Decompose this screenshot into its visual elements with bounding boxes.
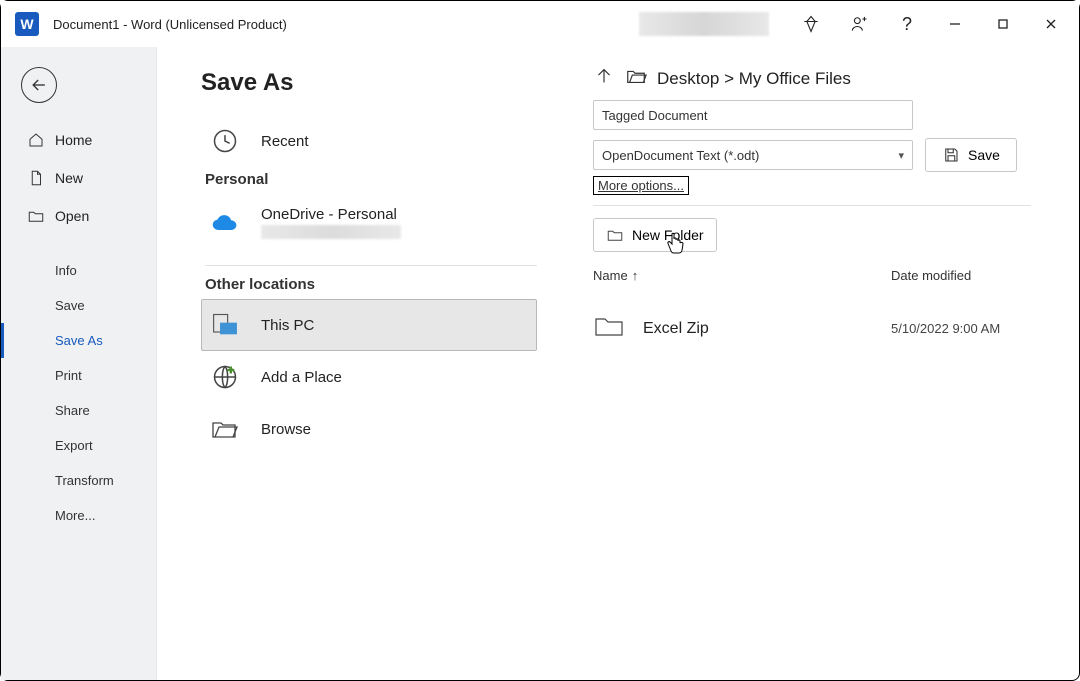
column-header-date[interactable]: Date modified — [891, 268, 1031, 283]
backstage-nav: Home New Open Info Save Save As Print Sh… — [1, 47, 157, 680]
nav-home-label: Home — [55, 132, 92, 148]
location-this-pc-label: This PC — [261, 317, 314, 334]
back-button[interactable] — [21, 67, 57, 103]
nav-save[interactable]: Save — [1, 288, 156, 323]
new-folder-label: New Folder — [632, 227, 704, 243]
location-add-place[interactable]: Add a Place — [201, 351, 537, 403]
add-place-icon — [211, 363, 239, 391]
chevron-down-icon: ▾ — [898, 149, 904, 162]
window-title: Document1 - Word (Unlicensed Product) — [53, 17, 287, 32]
page-title: Save As — [201, 69, 537, 97]
nav-new-label: New — [55, 170, 83, 186]
more-options-link[interactable]: More options... — [593, 176, 689, 195]
filetype-value: OpenDocument Text (*.odt) — [602, 148, 759, 163]
onedrive-account — [261, 225, 401, 239]
save-button-label: Save — [968, 147, 1000, 163]
file-date: 5/10/2022 9:00 AM — [891, 321, 1031, 336]
browse-icon — [211, 415, 239, 443]
help-icon[interactable]: ? — [883, 1, 931, 47]
location-browse[interactable]: Browse — [201, 403, 537, 455]
nav-share[interactable]: Share — [1, 393, 156, 428]
share-person-icon[interactable] — [835, 1, 883, 47]
file-row[interactable]: Excel Zip 5/10/2022 9:00 AM — [593, 289, 1031, 368]
nav-home[interactable]: Home — [1, 121, 156, 159]
breadcrumb-folder-icon — [625, 65, 647, 92]
nav-info[interactable]: Info — [1, 253, 156, 288]
nav-transform[interactable]: Transform — [1, 463, 156, 498]
account-area[interactable] — [639, 12, 769, 36]
file-name: Excel Zip — [643, 320, 709, 338]
filename-input[interactable] — [593, 100, 913, 130]
sort-asc-icon: ↑ — [632, 268, 639, 283]
onedrive-icon — [211, 209, 239, 237]
breadcrumb-path[interactable]: Desktop > My Office Files — [657, 69, 851, 89]
personal-header: Personal — [205, 171, 537, 188]
folder-icon — [593, 313, 625, 344]
column-header-name[interactable]: Name ↑ — [593, 268, 891, 283]
nav-open[interactable]: Open — [1, 197, 156, 235]
location-this-pc[interactable]: This PC — [201, 299, 537, 351]
premium-icon[interactable] — [787, 1, 835, 47]
nav-new[interactable]: New — [1, 159, 156, 197]
minimize-button[interactable] — [931, 1, 979, 47]
restore-button[interactable] — [979, 1, 1027, 47]
nav-more[interactable]: More... — [1, 498, 156, 533]
location-browse-label: Browse — [261, 421, 311, 438]
new-folder-button[interactable]: New Folder — [593, 218, 717, 252]
filetype-select[interactable]: OpenDocument Text (*.odt) ▾ — [593, 140, 913, 170]
word-app-icon: W — [15, 12, 39, 36]
location-recent-label: Recent — [261, 133, 309, 150]
this-pc-icon — [211, 311, 239, 339]
save-button[interactable]: Save — [925, 138, 1017, 172]
nav-save-as[interactable]: Save As — [1, 323, 156, 358]
up-one-level-button[interactable] — [593, 65, 615, 92]
nav-open-label: Open — [55, 208, 89, 224]
nav-export[interactable]: Export — [1, 428, 156, 463]
location-onedrive-label: OneDrive - Personal — [261, 206, 401, 223]
recent-icon — [211, 127, 239, 155]
nav-print[interactable]: Print — [1, 358, 156, 393]
close-button[interactable] — [1027, 1, 1075, 47]
location-recent[interactable]: Recent — [201, 115, 537, 167]
location-onedrive[interactable]: OneDrive - Personal — [201, 194, 537, 251]
location-add-place-label: Add a Place — [261, 369, 342, 386]
other-locations-header: Other locations — [205, 265, 537, 293]
